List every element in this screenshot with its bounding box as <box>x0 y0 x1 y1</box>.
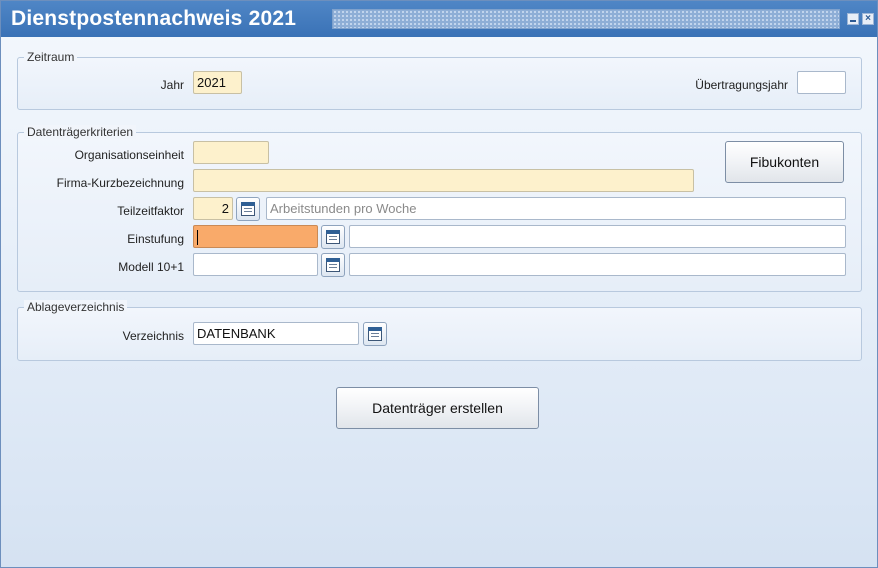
modell-10plus1-picker-button[interactable] <box>321 253 345 277</box>
einstufung-field[interactable] <box>193 225 318 248</box>
title-bar[interactable]: Dienstpostennachweis 2021 × <box>1 1 877 37</box>
text-cursor <box>197 230 198 245</box>
jahr-label: Jahr <box>160 78 184 92</box>
datentraeger-erstellen-button[interactable]: Datenträger erstellen <box>336 387 539 429</box>
einstufung-picker-button[interactable] <box>321 225 345 249</box>
einstufung-description <box>349 225 846 248</box>
firma-kurzbezeichnung-field[interactable] <box>193 169 694 192</box>
calendar-list-icon <box>326 230 340 244</box>
modell-10plus1-description <box>349 253 846 276</box>
calendar-list-icon <box>368 327 382 341</box>
close-icon: × <box>865 13 871 24</box>
organisationseinheit-label: Organisationseinheit <box>74 148 184 162</box>
modell-10plus1-field[interactable] <box>193 253 318 276</box>
datentraeger-erstellen-label: Datenträger erstellen <box>372 400 503 416</box>
minimize-icon <box>850 20 856 22</box>
window-title: Dienstpostennachweis 2021 <box>11 7 297 30</box>
ablageverzeichnis-legend: Ablageverzeichnis <box>24 300 128 314</box>
teilzeitfaktor-picker-button[interactable] <box>236 197 260 221</box>
minimize-button[interactable] <box>847 13 859 25</box>
uebertragungsjahr-field[interactable] <box>797 71 846 94</box>
firma-kurzbezeichnung-label: Firma-Kurzbezeichnung <box>56 176 184 190</box>
fibukonten-button[interactable]: Fibukonten <box>725 141 844 183</box>
calendar-list-icon <box>241 202 255 216</box>
uebertragungsjahr-label: Übertragungsjahr <box>695 78 788 92</box>
einstufung-label: Einstufung <box>127 232 184 246</box>
fibukonten-button-label: Fibukonten <box>749 154 820 170</box>
verzeichnis-field[interactable]: DATENBANK <box>193 322 359 345</box>
close-button[interactable]: × <box>862 13 874 25</box>
calendar-list-icon <box>326 258 340 272</box>
modell-10plus1-label: Modell 10+1 <box>118 260 184 274</box>
teilzeitfaktor-description: Arbeitstunden pro Woche <box>266 197 846 220</box>
title-drag-grip[interactable] <box>332 9 840 29</box>
organisationseinheit-field[interactable] <box>193 141 269 164</box>
teilzeitfaktor-label: Teilzeitfaktor <box>117 204 184 218</box>
verzeichnis-label: Verzeichnis <box>122 329 184 343</box>
zeitraum-legend: Zeitraum <box>24 50 78 64</box>
teilzeitfaktor-field[interactable]: 2 <box>193 197 233 220</box>
dialog-window: Dienstpostennachweis 2021 × Zeitraum Jah… <box>0 0 878 568</box>
jahr-field[interactable]: 2021 <box>193 71 242 94</box>
verzeichnis-picker-button[interactable] <box>363 322 387 346</box>
datentraegerkriterien-legend: Datenträgerkriterien <box>24 125 137 139</box>
